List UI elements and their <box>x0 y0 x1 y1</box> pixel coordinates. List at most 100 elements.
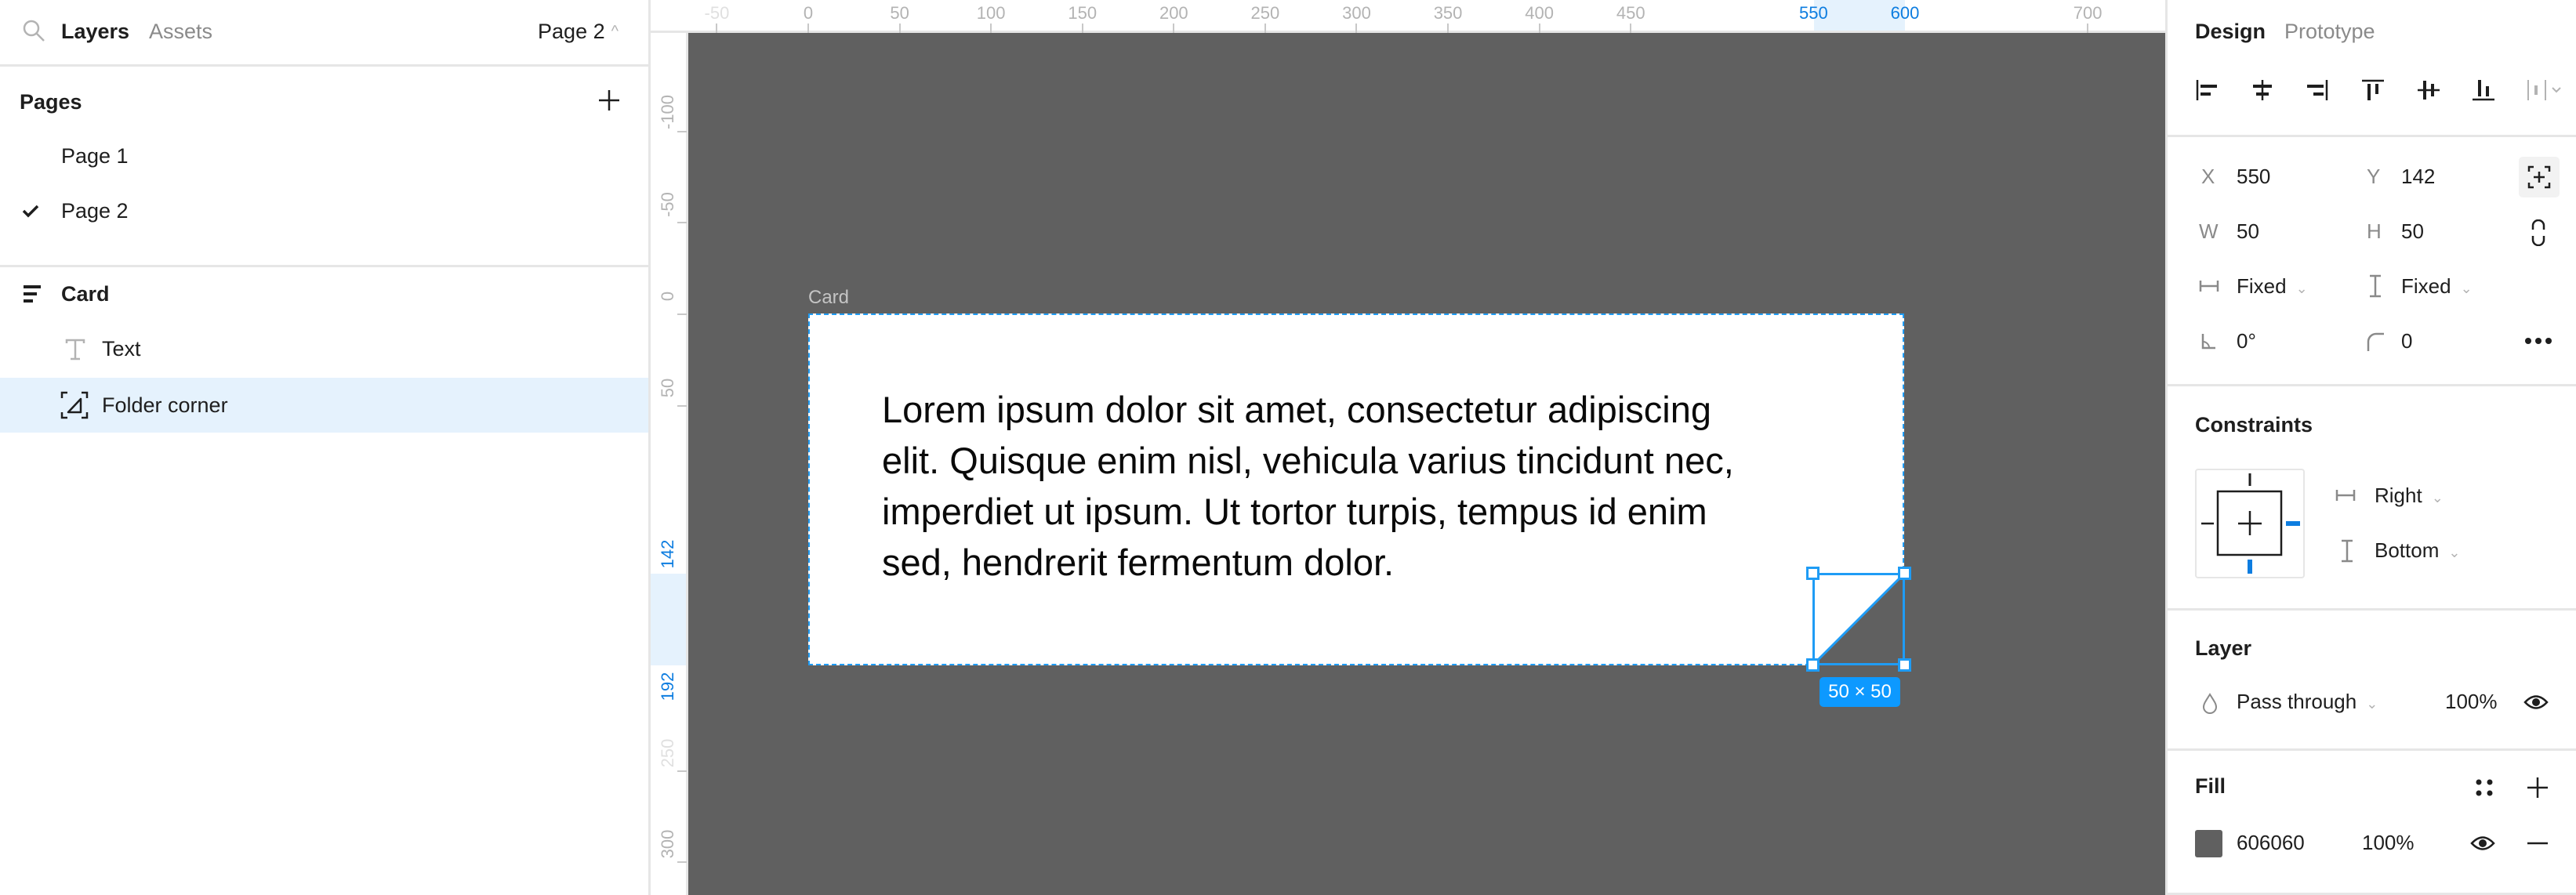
add-fill-icon[interactable] <box>2526 776 2549 799</box>
corner-radius-input[interactable]: 0 <box>2401 329 2412 353</box>
tab-layers[interactable]: Layers <box>61 17 129 45</box>
ruler-selection-highlight <box>651 574 686 665</box>
fill-hex-input[interactable]: 606060 <box>2237 831 2305 855</box>
chevron-up-icon: ^ <box>611 23 619 40</box>
y-input[interactable]: 142 <box>2401 165 2435 189</box>
chevron-down-icon: ⌄ <box>2460 281 2473 296</box>
layer-label: Card <box>61 282 110 306</box>
rotation-icon <box>2201 334 2215 350</box>
search-icon[interactable] <box>22 19 47 44</box>
fill-opacity-input[interactable]: 100% <box>2362 831 2415 855</box>
layer-label: Folder corner <box>102 393 228 417</box>
style-grid-icon[interactable] <box>2475 778 2494 797</box>
ruler-left-label: 0 <box>658 291 677 302</box>
eye-icon[interactable] <box>2470 835 2495 852</box>
blend-mode-select[interactable]: Pass through ⌄ <box>2237 690 2378 714</box>
vertical-resizing-select[interactable]: Fixed ⌄ <box>2401 274 2473 299</box>
divider <box>2168 608 2576 611</box>
align-horizontal-center-icon[interactable] <box>2251 78 2274 102</box>
rotation-input[interactable]: 0° <box>2237 329 2256 353</box>
current-page-label: Page 2 <box>538 20 605 43</box>
card-text-line: sed, hendrerit fermentum dolor. <box>882 542 1395 583</box>
chevron-down-icon: ⌄ <box>2431 490 2444 505</box>
checkmark-icon <box>22 205 39 218</box>
divider <box>2168 384 2576 386</box>
x-input[interactable]: 550 <box>2237 165 2270 189</box>
constrain-proportions-icon[interactable] <box>2530 219 2547 246</box>
ruler-left-label: 142 <box>658 539 677 569</box>
layer-row-text[interactable]: Text <box>0 321 648 376</box>
frame-label[interactable]: Card <box>808 287 849 309</box>
horizontal-resizing-select[interactable]: Fixed ⌄ <box>2237 274 2308 299</box>
ruler-top-label: 250 <box>1250 3 1280 23</box>
vector-triangle-icon <box>60 391 89 419</box>
ruler-top-label: 450 <box>1616 3 1645 23</box>
page-item-1[interactable]: Page 1 <box>0 129 648 183</box>
layer-section-title: Layer <box>2195 636 2252 660</box>
w-input[interactable]: 50 <box>2237 219 2259 244</box>
tab-prototype[interactable]: Prototype <box>2284 17 2375 45</box>
align-vertical-center-icon[interactable] <box>2417 78 2440 102</box>
page-switcher[interactable]: Page 2 ^ <box>538 17 619 45</box>
top-ruler: -50 0 50 100 150 200 250 300 350 400 450 550 600 700 <box>651 0 2165 33</box>
ruler-top-tick <box>807 24 809 33</box>
horizontal-constraint-icon <box>2335 490 2356 501</box>
canvas[interactable]: Card Lorem ipsum dolor sit amet, consect… <box>688 33 2165 895</box>
ruler-top-tick <box>990 24 992 33</box>
chevron-down-icon: ⌄ <box>2448 545 2461 560</box>
layer-opacity-input[interactable]: 100% <box>2445 690 2498 714</box>
ruler-top-label: 100 <box>976 3 1006 23</box>
y-label: Y <box>2367 165 2381 188</box>
ruler-top-tick <box>1630 24 1632 33</box>
h-input[interactable]: 50 <box>2401 219 2424 244</box>
distribute-icon[interactable] <box>2527 78 2566 102</box>
layer-row-folder-corner[interactable]: Folder corner <box>0 378 648 433</box>
horizontal-constraint-select[interactable]: Right ⌄ <box>2375 484 2444 508</box>
remove-fill-icon[interactable] <box>2526 842 2549 845</box>
ruler-top-tick <box>2087 24 2089 33</box>
resize-handle-bottom-left[interactable] <box>1806 658 1820 672</box>
layer-row-card[interactable]: Card <box>0 266 648 321</box>
tab-assets[interactable]: Assets <box>149 17 212 45</box>
resize-to-fit-icon <box>2527 165 2551 189</box>
vertical-constraint-select[interactable]: Bottom ⌄ <box>2375 538 2460 563</box>
vertical-constraint-icon <box>2342 539 2353 563</box>
ruler-left-label: 50 <box>658 378 677 397</box>
constraints-widget[interactable] <box>2195 469 2305 578</box>
ruler-top-tick <box>1081 24 1083 33</box>
fill-color-swatch[interactable] <box>2195 830 2222 857</box>
tab-design[interactable]: Design <box>2195 17 2266 45</box>
align-top-icon[interactable] <box>2361 78 2385 102</box>
ruler-top-label: 700 <box>2073 3 2103 23</box>
pages-title: Pages <box>20 90 82 114</box>
ruler-top-tick <box>1447 24 1449 33</box>
card-frame[interactable]: Lorem ipsum dolor sit amet, consectetur … <box>808 313 1904 665</box>
ruler-left-label: 192 <box>658 672 677 701</box>
selection-box[interactable] <box>1812 573 1905 665</box>
eye-icon[interactable] <box>2523 694 2549 711</box>
add-page-icon[interactable] <box>597 89 621 112</box>
resize-handle-bottom-right[interactable] <box>1898 658 1911 672</box>
more-options-icon[interactable] <box>2524 337 2552 345</box>
divider <box>2168 748 2576 751</box>
align-left-icon[interactable] <box>2195 78 2219 102</box>
ruler-left-label: 300 <box>658 830 677 859</box>
ruler-left-tick <box>677 313 687 315</box>
constraints-title: Constraints <box>2195 413 2313 437</box>
align-bottom-icon[interactable] <box>2472 78 2495 102</box>
card-text-line: Lorem ipsum dolor sit amet, consectetur … <box>882 389 1711 430</box>
resize-handle-top-right[interactable] <box>1898 567 1911 580</box>
align-right-icon[interactable] <box>2306 78 2329 102</box>
ruler-top-label: 600 <box>1890 3 1920 23</box>
corner-radius-icon <box>2367 332 2384 351</box>
divider <box>2168 135 2576 137</box>
constrain-to-content-button[interactable] <box>2519 157 2560 197</box>
card-text-line: elit. Quisque enim nisl, vehicula varius… <box>882 440 1734 481</box>
fill-title: Fill <box>2195 774 2226 798</box>
resize-handle-top-left[interactable] <box>1806 567 1820 580</box>
ruler-top-label: 350 <box>1433 3 1463 23</box>
card-text[interactable]: Lorem ipsum dolor sit amet, consectetur … <box>882 384 1823 588</box>
ruler-top-tick <box>1355 24 1358 33</box>
page-item-2[interactable]: Page 2 <box>0 183 648 238</box>
layer-label: Text <box>102 337 141 361</box>
